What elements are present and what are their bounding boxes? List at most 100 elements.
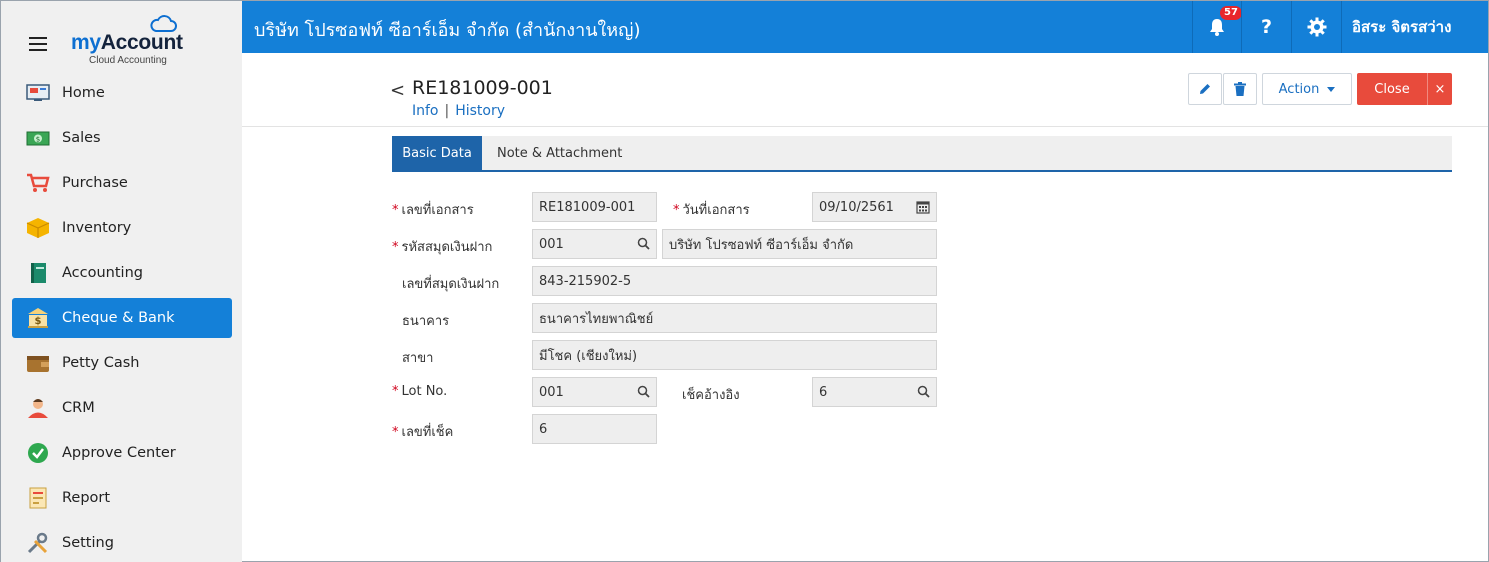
bank-code-label: * รหัสสมุดเงินฝาก xyxy=(392,236,492,257)
brand-account: Account xyxy=(100,31,183,54)
sidebar: myAccount Cloud Accounting Home $ Sales … xyxy=(1,1,242,562)
lot-no-value: 001 xyxy=(539,384,564,400)
back-chevron-icon[interactable]: < xyxy=(390,80,405,101)
sidebar-item-label: Purchase xyxy=(62,175,128,191)
cheque-no-value: 6 xyxy=(539,421,548,437)
sidebar-item-home[interactable]: Home xyxy=(12,73,232,113)
settings-button[interactable] xyxy=(1291,1,1341,53)
search-icon[interactable] xyxy=(637,237,650,250)
doc-no-field[interactable]: RE181009-001 xyxy=(532,192,657,222)
doc-date-label: * วันที่เอกสาร xyxy=(673,199,750,220)
top-bar: บริษัท โปรซอฟท์ ซีอาร์เอ็ม จำกัด (สำนักง… xyxy=(242,1,1488,53)
document-header: < RE181009-001 Info | History Action Close… xyxy=(242,53,1488,127)
required-mark: * xyxy=(392,203,399,218)
sidebar-item-petty-cash[interactable]: Petty Cash xyxy=(12,343,232,383)
lot-no-field[interactable]: 001 xyxy=(532,377,657,407)
required-mark: * xyxy=(392,384,399,399)
sidebar-item-report[interactable]: Report xyxy=(12,478,232,518)
delete-button[interactable] xyxy=(1223,73,1257,105)
account-no-label: เลขที่สมุดเงินฝาก xyxy=(402,277,500,292)
doc-date-field[interactable]: 09/10/2561 xyxy=(812,192,937,222)
report-icon xyxy=(25,487,51,509)
action-dropdown-button[interactable]: Action xyxy=(1262,73,1352,105)
document-title: RE181009-001 xyxy=(412,77,553,99)
search-icon[interactable] xyxy=(917,385,930,398)
sidebar-item-sales[interactable]: $ Sales xyxy=(12,118,232,158)
brand-my: my xyxy=(71,31,101,54)
hamburger-menu-icon[interactable] xyxy=(29,37,47,51)
notification-badge: 57 xyxy=(1220,6,1242,20)
branch-field: มีโชค (เชียงใหม่) xyxy=(532,340,937,370)
lot-no-label: * Lot No. xyxy=(392,384,447,399)
cheque-no-label-text: เลขที่เช็ค xyxy=(401,425,454,440)
account-no-field: 843-215902-5 xyxy=(532,266,937,296)
logo-area: myAccount Cloud Accounting xyxy=(1,1,242,71)
cheque-ref-field[interactable]: 6 xyxy=(812,377,937,407)
bell-icon xyxy=(1210,19,1224,36)
required-mark: * xyxy=(673,203,680,218)
close-button[interactable]: Close xyxy=(1357,73,1427,105)
username: อิสระ จิตรสว่าง xyxy=(1352,18,1452,36)
help-icon: ? xyxy=(1260,16,1273,38)
cheque-no-field: 6 xyxy=(532,414,657,444)
tab-note-attachment[interactable]: Note & Attachment xyxy=(497,136,622,170)
home-icon xyxy=(25,82,51,104)
sales-icon: $ xyxy=(25,127,51,149)
sidebar-item-label: CRM xyxy=(62,400,95,416)
check-icon xyxy=(25,442,51,464)
pencil-icon xyxy=(1200,84,1210,94)
sidebar-item-inventory[interactable]: Inventory xyxy=(12,208,232,248)
close-x-icon[interactable]: × xyxy=(1427,73,1452,105)
sidebar-item-approve-center[interactable]: Approve Center xyxy=(12,433,232,473)
required-mark: * xyxy=(392,425,399,440)
bank-code-name-field: บริษัท โปรซอฟท์ ซีอาร์เอ็ม จำกัด xyxy=(662,229,937,259)
sidebar-item-cheque-bank[interactable]: $ Cheque & Bank xyxy=(12,298,232,338)
info-link[interactable]: Info xyxy=(412,103,439,119)
tools-icon xyxy=(25,532,51,554)
bank-field: ธนาคารไทยพาณิชย์ xyxy=(532,303,937,333)
sidebar-item-label: Approve Center xyxy=(62,445,176,461)
doc-date-label-text: วันที่เอกสาร xyxy=(682,203,750,218)
wallet-icon xyxy=(25,352,51,374)
search-icon[interactable] xyxy=(637,385,650,398)
tab-basic-data[interactable]: Basic Data xyxy=(392,136,482,170)
company-name: บริษัท โปรซอฟท์ ซีอาร์เอ็ม จำกัด (สำนักง… xyxy=(254,20,641,41)
action-label: Action xyxy=(1278,81,1320,97)
brand-name: myAccount xyxy=(71,31,183,55)
person-icon xyxy=(25,397,51,419)
cart-icon xyxy=(25,172,51,194)
sidebar-item-label: Setting xyxy=(62,535,114,551)
sidebar-item-setting[interactable]: Setting xyxy=(12,523,232,562)
tab-bar: Basic Data Note & Attachment xyxy=(392,136,1452,172)
bank-label: ธนาคาร xyxy=(402,314,450,329)
sidebar-item-label: Sales xyxy=(62,130,101,146)
gear-icon xyxy=(1307,17,1326,37)
calendar-icon[interactable] xyxy=(916,200,930,214)
cheque-no-label: * เลขที่เช็ค xyxy=(392,421,453,442)
sidebar-item-label: Cheque & Bank xyxy=(62,310,175,326)
caret-down-icon xyxy=(1327,86,1336,92)
edit-button[interactable] xyxy=(1188,73,1222,105)
user-menu[interactable]: อิสระ จิตรสว่าง xyxy=(1341,1,1489,53)
bank-value: ธนาคารไทยพาณิชย์ xyxy=(539,311,654,327)
sidebar-item-purchase[interactable]: Purchase xyxy=(12,163,232,203)
bank-code-field[interactable]: 001 xyxy=(532,229,657,259)
bank-code-name-value: บริษัท โปรซอฟท์ ซีอาร์เอ็ม จำกัด xyxy=(669,237,854,253)
doc-no-value: RE181009-001 xyxy=(539,199,636,215)
bank-icon: $ xyxy=(25,307,51,329)
svg-text:$: $ xyxy=(35,316,42,327)
notifications-button[interactable]: 57 xyxy=(1192,1,1242,53)
link-separator: | xyxy=(444,103,450,119)
branch-label: สาขา xyxy=(402,351,434,366)
help-button[interactable]: ? xyxy=(1241,1,1291,53)
trash-icon xyxy=(1234,82,1246,96)
account-no-value: 843-215902-5 xyxy=(539,273,632,289)
history-link[interactable]: History xyxy=(455,103,505,119)
sidebar-item-crm[interactable]: CRM xyxy=(12,388,232,428)
sidebar-item-label: Inventory xyxy=(62,220,132,236)
sidebar-item-accounting[interactable]: Accounting xyxy=(12,253,232,293)
sidebar-item-label: Petty Cash xyxy=(62,355,140,371)
document-sublinks: Info | History xyxy=(412,103,505,119)
box-icon xyxy=(25,217,51,239)
doc-no-label-text: เลขที่เอกสาร xyxy=(401,203,474,218)
